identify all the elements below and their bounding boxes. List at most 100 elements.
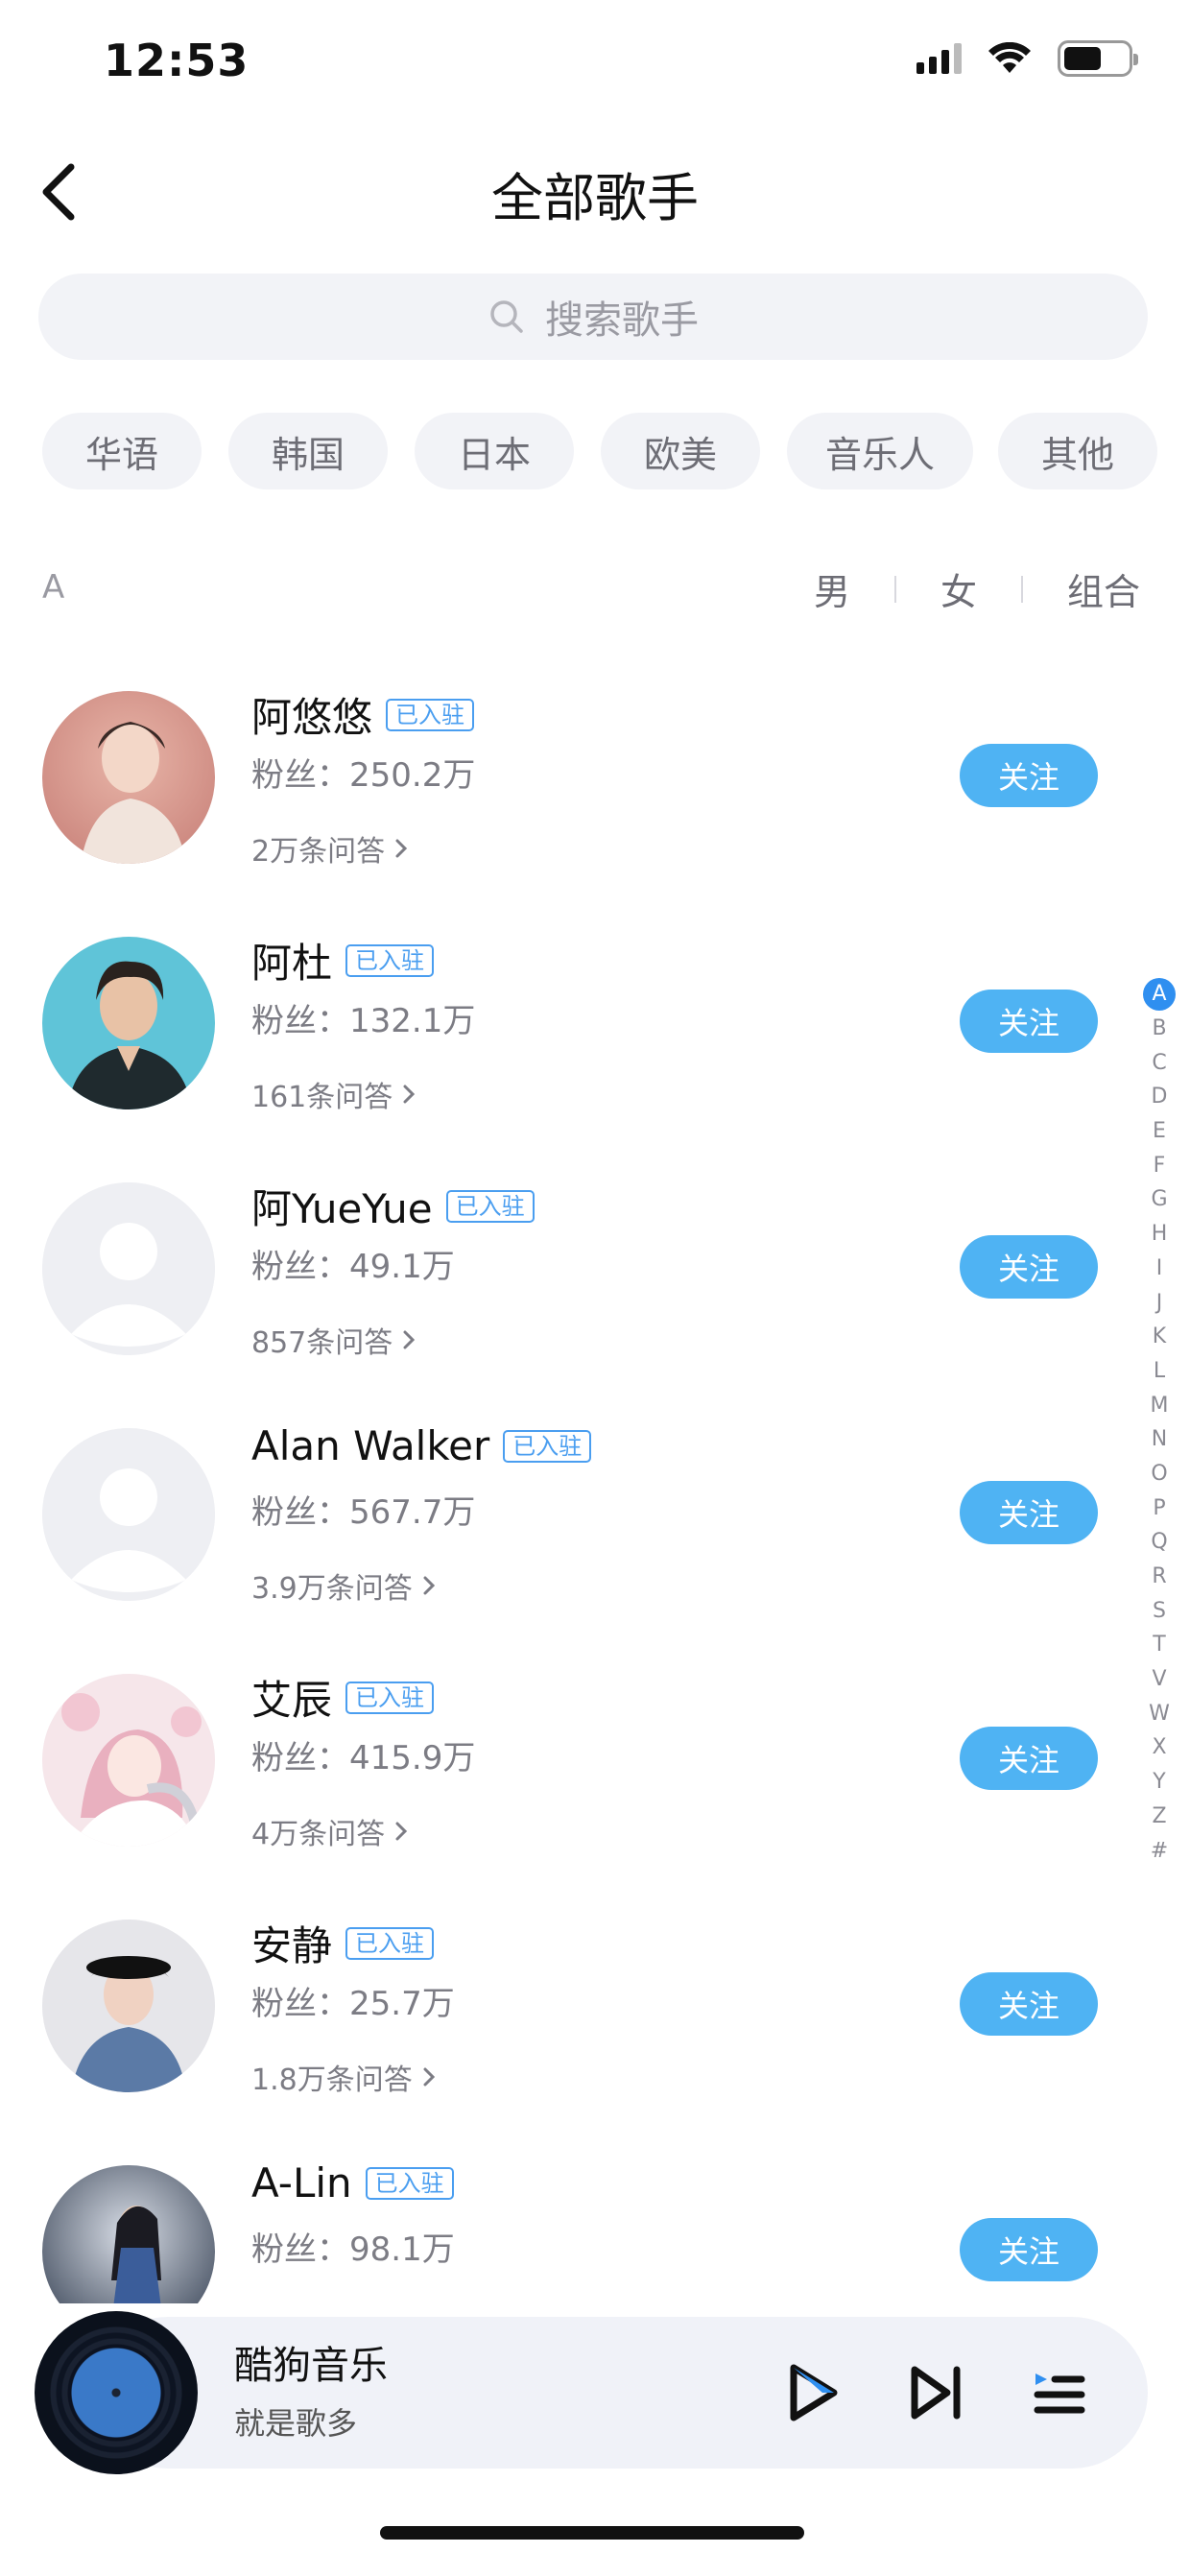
search-input[interactable]: 搜索歌手 [38,274,1148,360]
follow-button[interactable]: 关注 [960,2218,1098,2281]
avatar [42,2165,215,2303]
wifi-icon [988,42,1031,73]
alphabet-index-letter[interactable]: H [1142,1217,1177,1252]
album-disc[interactable] [35,2311,198,2474]
qa-link[interactable]: 2万条问答 [251,827,408,870]
artist-name-line: 艾辰 已入驻 [251,1668,435,1727]
artist-name: 艾辰 [251,1677,333,1724]
follow-button[interactable]: 关注 [960,1727,1098,1790]
qa-link[interactable]: 161条问答 [251,1073,416,1115]
avatar [42,691,215,864]
artist-name: A-Lin [251,2159,352,2206]
qa-link[interactable]: 4万条问答 [251,1810,408,1852]
artist-name-line: 阿YueYue 已入驻 [251,1177,535,1235]
player-title: 酷狗音乐 [234,2344,388,2388]
region-tabs: 华语 韩国 日本 欧美 音乐人 其他 [42,413,1157,489]
artist-row[interactable]: 安静 已入驻 粉丝：25.7万 1.8万条问答 关注 [0,1900,1132,2146]
alphabet-index-letter[interactable]: K [1142,1320,1177,1354]
chevron-right-icon [403,1330,416,1349]
region-chip-korea[interactable]: 韩国 [228,413,388,489]
default-avatar [42,1182,215,1355]
qa-count: 857条问答 [251,1326,393,1360]
alphabet-index-letter[interactable]: G [1142,1182,1177,1217]
alphabet-index-letter[interactable]: X [1142,1730,1177,1765]
alphabet-index-letter[interactable]: D [1142,1080,1177,1114]
avatar [42,937,215,1109]
avatar [42,1920,215,2092]
artist-row[interactable]: A-Lin 已入驻 粉丝：98.1万 关注 [0,2146,1132,2303]
region-chip-musician[interactable]: 音乐人 [787,413,973,489]
alphabet-index-letter[interactable]: Q [1142,1525,1177,1560]
artist-row[interactable]: 阿杜 已入驻 粉丝：132.1万 161条问答 关注 [0,918,1132,1163]
divider [893,575,896,603]
play-icon [790,2364,838,2421]
filter-female[interactable]: 女 [940,562,977,615]
alphabet-index-letter[interactable]: S [1142,1594,1177,1629]
header: 全部歌手 [0,144,1190,240]
alphabet-index-letter[interactable]: P [1142,1491,1177,1526]
alphabet-index-letter[interactable]: L [1142,1354,1177,1389]
artist-row[interactable]: 阿YueYue 已入驻 粉丝：49.1万 857条问答 关注 [0,1163,1132,1409]
fans-count: 粉丝：98.1万 [251,2230,455,2269]
region-chip-western[interactable]: 欧美 [601,413,760,489]
chevron-right-icon [423,2067,435,2087]
alphabet-index-letter[interactable]: # [1142,1834,1177,1869]
player-subtitle: 就是歌多 [234,2405,358,2442]
follow-button[interactable]: 关注 [960,1235,1098,1299]
artist-name-line: 阿杜 已入驻 [251,931,435,990]
qa-count: 1.8万条问答 [251,2063,413,2097]
follow-button[interactable]: 关注 [960,744,1098,807]
region-chip-japan[interactable]: 日本 [415,413,574,489]
chevron-right-icon [403,1085,416,1104]
alphabet-index-letter[interactable]: N [1142,1422,1177,1457]
fans-count: 粉丝：567.7万 [251,1493,476,1532]
default-avatar [42,1428,215,1601]
follow-button[interactable]: 关注 [960,990,1098,1053]
alphabet-index-letter[interactable]: T [1142,1628,1177,1662]
qa-link[interactable]: 1.8万条问答 [251,2056,436,2098]
region-chip-chinese[interactable]: 华语 [42,413,202,489]
alphabet-index-letter[interactable]: B [1142,1012,1177,1046]
artist-name: 阿YueYue [251,1185,433,1232]
fans-count: 粉丝：415.9万 [251,1739,476,1777]
artist-row[interactable]: Alan Walker 已入驻 粉丝：567.7万 3.9万条问答 关注 [0,1409,1132,1655]
alphabet-index-letter[interactable]: A [1143,978,1176,1011]
verified-badge: 已入驻 [345,1681,435,1714]
alphabet-index-letter[interactable]: Y [1142,1765,1177,1800]
artist-name: 阿悠悠 [251,694,373,741]
fans-count: 粉丝：250.2万 [251,756,476,795]
filter-male[interactable]: 男 [814,562,850,615]
home-indicator [380,2526,804,2540]
alphabet-index-letter[interactable]: E [1142,1114,1177,1149]
alphabet-index-letter[interactable]: J [1142,1286,1177,1321]
filter-group[interactable]: 组合 [1067,562,1140,615]
mini-player[interactable]: 酷狗音乐 就是歌多 [35,2311,1148,2474]
chevron-right-icon [395,839,408,858]
artist-name-line: Alan Walker 已入驻 [251,1422,592,1469]
alphabet-index-letter[interactable]: V [1142,1662,1177,1697]
artist-row[interactable]: 艾辰 已入驻 粉丝：415.9万 4万条问答 关注 [0,1655,1132,1900]
playlist-button[interactable] [1025,2359,1092,2426]
follow-button[interactable]: 关注 [960,1972,1098,2036]
play-button[interactable] [779,2359,846,2426]
fans-count: 粉丝：49.1万 [251,1248,455,1286]
alphabet-index-letter[interactable]: Z [1142,1800,1177,1834]
verified-badge: 已入驻 [503,1429,592,1463]
alphabet-index-letter[interactable]: I [1142,1252,1177,1286]
alphabet-index-letter[interactable]: M [1142,1389,1177,1423]
next-button[interactable] [902,2359,969,2426]
follow-button[interactable]: 关注 [960,1481,1098,1544]
alphabet-index-letter[interactable]: C [1142,1046,1177,1081]
section-letter: A [42,568,65,607]
alphabet-index-letter[interactable]: F [1142,1149,1177,1183]
qa-count: 2万条问答 [251,835,386,869]
alphabet-index-letter[interactable]: R [1142,1560,1177,1594]
alphabet-index-letter[interactable]: W [1142,1697,1177,1731]
alphabet-index-letter[interactable]: O [1142,1457,1177,1491]
region-chip-other[interactable]: 其他 [998,413,1157,489]
artist-row[interactable]: 阿悠悠 已入驻 粉丝：250.2万 2万条问答 关注 [0,672,1132,918]
qa-link[interactable]: 3.9万条问答 [251,1564,436,1607]
qa-link[interactable]: 857条问答 [251,1319,416,1361]
qa-count: 4万条问答 [251,1818,386,1851]
verified-badge: 已入驻 [365,2166,454,2200]
